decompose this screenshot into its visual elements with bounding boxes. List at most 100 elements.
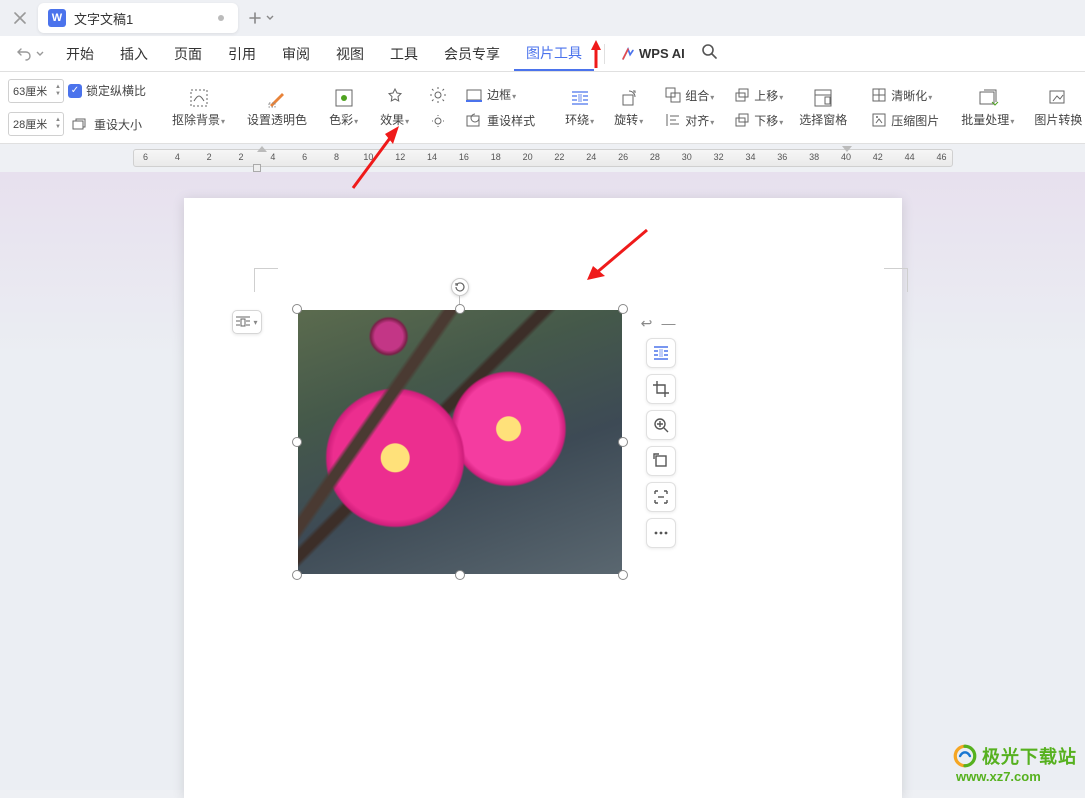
menu-start[interactable]: 开始 xyxy=(54,38,106,70)
ruler-tick: 16 xyxy=(459,152,469,162)
align-button[interactable]: 对齐▾ xyxy=(661,110,718,131)
lock-ratio-checkbox[interactable]: ✓ xyxy=(68,84,82,98)
ruler-tick: 44 xyxy=(905,152,915,162)
float-zoom-button[interactable] xyxy=(646,410,676,440)
resize-handle-ml[interactable] xyxy=(292,437,302,447)
compress-button[interactable]: 压缩图片 xyxy=(867,110,943,131)
float-collapse-icon[interactable]: — xyxy=(660,314,678,332)
transparent-icon xyxy=(266,87,288,109)
tab-bar: W 文字文稿1 xyxy=(0,0,1085,36)
ruler-tick: 14 xyxy=(427,152,437,162)
ruler-tick: 2 xyxy=(239,152,244,162)
resize-handle-bl[interactable] xyxy=(292,570,302,580)
float-more-button[interactable] xyxy=(646,518,676,548)
rotate-icon xyxy=(618,87,640,109)
tab-close-button[interactable] xyxy=(6,4,34,32)
convert-button[interactable]: 图片转换 xyxy=(1028,85,1085,130)
menu-vip[interactable]: 会员专享 xyxy=(432,38,512,70)
horizontal-ruler[interactable]: 6422468101214161820222426283032343638404… xyxy=(133,149,953,167)
ruler-tick: 32 xyxy=(714,152,724,162)
ruler-tick: 4 xyxy=(175,152,180,162)
group-button[interactable]: 组合▾ xyxy=(661,85,718,106)
crop-icon xyxy=(652,380,670,398)
move-down-button[interactable]: 下移▾ xyxy=(730,110,787,131)
active-tab[interactable]: W 文字文稿1 xyxy=(38,3,238,33)
ocr-icon xyxy=(652,488,670,506)
lock-ratio-label: 锁定纵横比 xyxy=(86,82,146,99)
writer-icon: W xyxy=(48,9,66,27)
spinner-icon[interactable]: ▲▼ xyxy=(55,117,61,131)
menu-view[interactable]: 视图 xyxy=(324,38,376,70)
height-input[interactable]: 63厘米 ▲▼ xyxy=(8,79,64,103)
ruler-tick: 8 xyxy=(334,152,339,162)
brightness-down-icon[interactable] xyxy=(427,110,449,132)
ruler-tick: 22 xyxy=(554,152,564,162)
resize-handle-bm[interactable] xyxy=(455,570,465,580)
float-ocr-button[interactable] xyxy=(646,482,676,512)
image-content xyxy=(298,310,622,574)
rotate-label: 旋转▾ xyxy=(614,111,643,128)
tab-title: 文字文稿1 xyxy=(74,9,133,28)
float-undo-icon[interactable]: ↩ xyxy=(638,314,656,332)
resize-handle-br[interactable] xyxy=(618,570,628,580)
border-icon xyxy=(465,86,483,104)
menu-picture-tools[interactable]: 图片工具 xyxy=(514,37,594,71)
zoom-in-icon xyxy=(652,416,670,434)
remove-bg-icon xyxy=(188,87,210,109)
spinner-icon[interactable]: ▲▼ xyxy=(55,84,61,98)
menu-review[interactable]: 审阅 xyxy=(270,38,322,70)
reset-icon xyxy=(652,452,670,470)
ruler-wrap: 6422468101214161820222426283032343638404… xyxy=(0,146,1085,170)
menu-page[interactable]: 页面 xyxy=(162,38,214,70)
ruler-tick: 34 xyxy=(745,152,755,162)
float-crop-button[interactable] xyxy=(646,374,676,404)
selection-pane-button[interactable]: 选择窗格 xyxy=(793,72,853,143)
undo-icon xyxy=(16,46,32,62)
add-tab-button[interactable] xyxy=(248,11,274,25)
color-icon xyxy=(333,87,355,109)
ruler-tick: 18 xyxy=(491,152,501,162)
annotation-arrow-1 xyxy=(591,40,601,70)
wrap-icon xyxy=(652,344,670,362)
brightness-up-icon[interactable] xyxy=(427,84,449,106)
width-input[interactable]: 28厘米 ▲▼ xyxy=(8,112,64,136)
margin-corner-tr xyxy=(884,268,908,292)
wps-ai-button[interactable]: WPS AI xyxy=(615,42,691,65)
ai-icon xyxy=(621,47,635,61)
resize-handle-tm[interactable] xyxy=(455,304,465,314)
reset-style-button[interactable]: 重设样式 xyxy=(461,110,539,132)
rotate-handle[interactable] xyxy=(451,278,469,296)
set-transparent-button[interactable]: 设置透明色 xyxy=(241,85,313,130)
move-up-label: 上移▾ xyxy=(754,87,783,104)
menu-insert[interactable]: 插入 xyxy=(108,38,160,70)
batch-button[interactable]: 批量处理▾ xyxy=(955,85,1020,130)
effect-button[interactable]: 效果▾ xyxy=(374,85,415,130)
resize-handle-tr[interactable] xyxy=(618,304,628,314)
move-up-button[interactable]: 上移▾ xyxy=(730,85,787,106)
menu-reference[interactable]: 引用 xyxy=(216,38,268,70)
float-reset-button[interactable] xyxy=(646,446,676,476)
selected-image[interactable] xyxy=(298,310,622,574)
rotate-button[interactable]: 旋转▾ xyxy=(608,85,649,130)
remove-bg-button[interactable]: 抠除背景▾ xyxy=(166,85,231,130)
menu-tools[interactable]: 工具 xyxy=(378,38,430,70)
chevron-down-icon xyxy=(36,50,44,58)
resize-handle-mr[interactable] xyxy=(618,437,628,447)
color-button[interactable]: 色彩▾ xyxy=(323,85,364,130)
reset-size-label[interactable]: 重设大小 xyxy=(94,116,142,133)
resize-handle-tl[interactable] xyxy=(292,304,302,314)
wrap-button[interactable]: 环绕▾ xyxy=(559,85,600,130)
undo-button[interactable] xyxy=(8,42,52,66)
group-label: 组合▾ xyxy=(685,87,714,104)
search-button[interactable] xyxy=(693,39,725,68)
float-wrap-button[interactable] xyxy=(646,338,676,368)
wps-ai-label: WPS AI xyxy=(639,46,685,61)
layout-options-chip[interactable]: ▾ xyxy=(232,310,262,334)
document-page[interactable]: ▾ ↩ — xyxy=(184,198,902,798)
ruler-ticks: 6422468101214161820222426283032343638404… xyxy=(134,150,952,166)
move-down-icon xyxy=(734,112,750,128)
border-button[interactable]: 边框▾ xyxy=(461,84,539,106)
annotation-arrow-3 xyxy=(585,224,655,284)
clarity-button[interactable]: 清晰化▾ xyxy=(867,85,943,106)
border-label: 边框▾ xyxy=(487,86,516,103)
